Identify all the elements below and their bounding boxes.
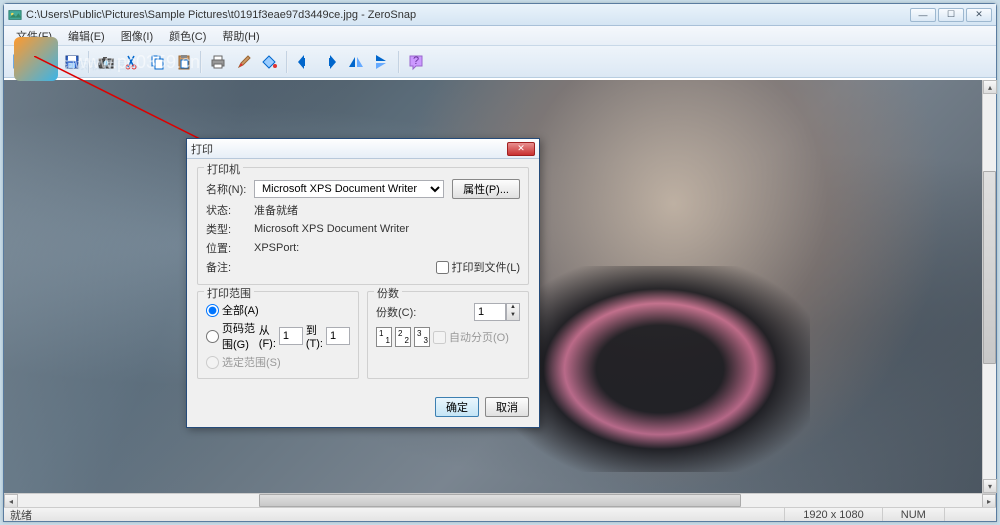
cancel-button[interactable]: 取消	[485, 397, 529, 417]
status-dimensions: 1920 x 1080	[784, 508, 882, 521]
copies-spinner[interactable]: ▲ ▼	[506, 303, 520, 321]
printer-properties-button[interactable]: 属性(P)...	[452, 179, 520, 199]
printer-status-label: 状态:	[206, 202, 254, 218]
dialog-footer: 确定 取消	[187, 393, 539, 427]
print-button[interactable]	[206, 50, 230, 74]
titlebar: C:\Users\Public\Pictures\Sample Pictures…	[4, 4, 996, 26]
copies-input[interactable]	[474, 303, 506, 321]
printer-name-select[interactable]: Microsoft XPS Document Writer	[254, 180, 444, 198]
printer-type-value: Microsoft XPS Document Writer	[254, 223, 520, 235]
watermark-url: www.pc0359.cn	[74, 52, 200, 73]
menubar: 文件(F) 编辑(E) 图像(I) 颜色(C) 帮助(H)	[4, 26, 996, 46]
dialog-close-button[interactable]: ✕	[507, 142, 535, 156]
brush-button[interactable]	[232, 50, 256, 74]
scroll-track[interactable]	[18, 494, 982, 507]
rotate-left-button[interactable]	[292, 50, 316, 74]
svg-text:?: ?	[413, 55, 419, 67]
minimize-button[interactable]: —	[910, 8, 936, 22]
watermark-logo-icon	[14, 37, 58, 81]
printer-type-label: 类型:	[206, 221, 254, 237]
scroll-thumb[interactable]	[983, 171, 996, 364]
status-ready: 就绪	[10, 507, 32, 523]
range-selection-radio: 选定范围(S)	[206, 354, 350, 370]
copies-label: 份数(C):	[376, 304, 416, 320]
to-label: 到(T):	[306, 322, 323, 350]
dialog-title: 打印	[191, 141, 507, 157]
printer-group: 打印机 名称(N): Microsoft XPS Document Writer…	[197, 167, 529, 285]
scroll-thumb[interactable]	[259, 494, 741, 507]
rotate-right-button[interactable]	[318, 50, 342, 74]
scroll-right-icon[interactable]: ▸	[982, 494, 996, 508]
dialog-titlebar: 打印 ✕	[187, 139, 539, 159]
dialog-body: 打印机 名称(N): Microsoft XPS Document Writer…	[187, 159, 539, 393]
flip-h-button[interactable]	[344, 50, 368, 74]
close-button[interactable]: ✕	[966, 8, 992, 22]
ok-button[interactable]: 确定	[435, 397, 479, 417]
range-pages-radio[interactable]	[206, 330, 219, 343]
fill-button[interactable]	[258, 50, 282, 74]
print-range-group: 打印范围 全部(A) 页码范围(G) 从(F): 到(T): 选定范围(S)	[197, 291, 359, 379]
printer-group-title: 打印机	[204, 161, 243, 177]
copies-group-title: 份数	[374, 285, 402, 301]
toolbar-separator	[398, 51, 400, 73]
to-input[interactable]	[326, 327, 350, 345]
printer-where-label: 位置:	[206, 240, 254, 256]
collate-checkbox: 自动分页(O)	[433, 329, 509, 345]
window-title: C:\Users\Public\Pictures\Sample Pictures…	[26, 9, 910, 21]
copies-group: 份数 份数(C): ▲ ▼ 1 2 3 自动分页(O)	[367, 291, 529, 379]
collate-page-icon: 1	[376, 327, 392, 347]
range-group-title: 打印范围	[204, 285, 254, 301]
scroll-up-icon[interactable]: ▴	[983, 80, 997, 94]
printer-comment-label: 备注:	[206, 259, 254, 275]
window-controls: — ☐ ✕	[910, 8, 992, 22]
from-label: 从(F):	[259, 322, 276, 350]
menu-color[interactable]: 颜色(C)	[161, 26, 214, 46]
spin-down-icon[interactable]: ▼	[507, 312, 519, 320]
collate-page-icon: 3	[414, 327, 430, 347]
toolbar-separator	[200, 51, 202, 73]
printer-name-label: 名称(N):	[206, 181, 254, 197]
scroll-track[interactable]	[983, 94, 996, 479]
spin-up-icon[interactable]: ▲	[507, 304, 519, 312]
scroll-down-icon[interactable]: ▾	[983, 479, 997, 493]
statusbar: 就绪 1920 x 1080 NUM	[4, 507, 996, 521]
from-input[interactable]	[279, 327, 303, 345]
app-icon	[8, 8, 22, 22]
help-button[interactable]: ?	[404, 50, 428, 74]
toolbar-separator	[286, 51, 288, 73]
range-pages-label: 页码范围(G)	[222, 320, 256, 352]
flip-v-button[interactable]	[370, 50, 394, 74]
horizontal-scrollbar[interactable]: ◂ ▸	[4, 493, 996, 507]
print-dialog: 打印 ✕ 打印机 名称(N): Microsoft XPS Document W…	[186, 138, 540, 428]
printer-where-value: XPSPort:	[254, 242, 520, 254]
printer-status-value: 准备就绪	[254, 202, 520, 218]
menu-help[interactable]: 帮助(H)	[214, 26, 267, 46]
status-numlock: NUM	[882, 508, 944, 521]
print-to-file-checkbox[interactable]: 打印到文件(L)	[436, 259, 520, 275]
vertical-scrollbar[interactable]: ▴ ▾	[982, 80, 996, 493]
status-empty	[944, 508, 990, 521]
collate-page-icon: 2	[395, 327, 411, 347]
maximize-button[interactable]: ☐	[938, 8, 964, 22]
range-all-radio[interactable]: 全部(A)	[206, 302, 350, 318]
